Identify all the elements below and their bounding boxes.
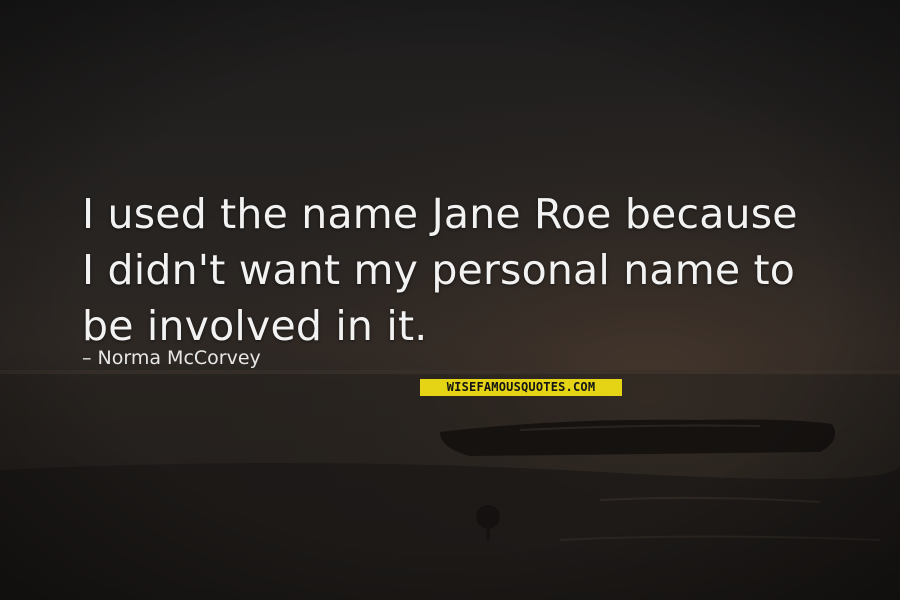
quote-line: I didn't want my personal name to	[82, 246, 796, 294]
author-name: Norma McCorvey	[97, 347, 261, 369]
quote-text: I used the name Jane Roe because I didn'…	[82, 186, 872, 354]
author-dash: –	[82, 347, 92, 369]
quote-line: I used the name Jane Roe because	[82, 190, 798, 238]
site-watermark: WISEFAMOUSQUOTES.COM	[420, 379, 622, 396]
quote-author: – Norma McCorvey	[82, 346, 261, 370]
